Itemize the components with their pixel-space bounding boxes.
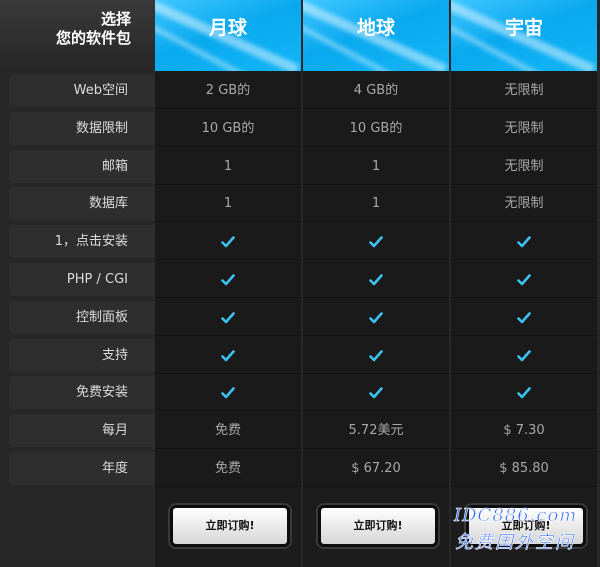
plan-name: 月球: [208, 17, 247, 39]
value-cell: 2 GB的: [155, 73, 301, 109]
value-cell: 10 GB的: [303, 111, 449, 147]
order-button-moon[interactable]: 立即订购!: [170, 505, 290, 547]
value-cell: 免费: [155, 451, 301, 487]
value-cell: 无限制: [451, 73, 597, 109]
value-cell: $ 67.20: [303, 451, 449, 487]
watermark-slogan: 免费国外空间: [455, 532, 575, 554]
row-label: 免费安装: [9, 376, 155, 409]
row-label: Web空间: [9, 74, 155, 107]
corner-title: 选择 您的软件包: [56, 10, 131, 48]
checkmark-icon: [221, 272, 235, 287]
check-cell: [303, 375, 449, 411]
check-cell: [155, 338, 301, 374]
row-label: 控制面板: [9, 301, 155, 334]
checkmark-icon: [369, 348, 383, 363]
checkmark-icon: [517, 310, 531, 325]
row-label: 邮箱: [9, 150, 155, 183]
value-cell: $ 7.30: [451, 413, 597, 449]
order-button-earth[interactable]: 立即订购!: [318, 505, 438, 547]
row-label: 数据库: [9, 187, 155, 220]
checkmark-icon: [369, 234, 383, 249]
value-cell: 免费: [155, 413, 301, 449]
plan-header-universe: 宇宙: [451, 0, 597, 71]
row-label: PHP / CGI: [9, 263, 155, 296]
value-cell: 无限制: [451, 111, 597, 147]
row-label: 每月: [9, 414, 155, 447]
value-cell: 5.72美元: [303, 413, 449, 449]
value-cell: 无限制: [451, 186, 597, 222]
check-cell: [155, 262, 301, 298]
value-cell: 无限制: [451, 149, 597, 185]
check-cell: [451, 300, 597, 336]
checkmark-icon: [369, 310, 383, 325]
row-label: 年度: [9, 452, 155, 485]
checkmark-icon: [221, 348, 235, 363]
check-cell: [155, 375, 301, 411]
checkmark-icon: [517, 234, 531, 249]
row-label: 1，点击安装: [9, 225, 155, 258]
check-cell: [303, 300, 449, 336]
checkmark-icon: [517, 348, 531, 363]
value-cell: 4 GB的: [303, 73, 449, 109]
check-cell: [451, 224, 597, 260]
checkmark-icon: [517, 272, 531, 287]
check-cell: [303, 338, 449, 374]
row-label: 数据限制: [9, 112, 155, 145]
corner-title-line2: 您的软件包: [55, 29, 131, 47]
value-cell: 1: [155, 186, 301, 222]
pricing-table: 选择 您的软件包 月球 地球 宇宙 Web空间 2 GB的 4 GB的 无限制 数据限制…: [0, 0, 600, 567]
checkmark-icon: [517, 385, 531, 400]
value-cell: 1: [155, 149, 301, 185]
checkmark-icon: [221, 310, 235, 325]
value-cell: 1: [303, 149, 449, 185]
corner-header: 选择 您的软件包: [0, 0, 155, 71]
check-cell: [303, 224, 449, 260]
value-cell: $ 85.80: [451, 451, 597, 487]
value-cell: 1: [303, 186, 449, 222]
plan-name: 宇宙: [504, 17, 543, 39]
check-cell: [303, 262, 449, 298]
check-cell: [155, 224, 301, 260]
plan-name: 地球: [356, 17, 395, 39]
plan-header-moon: 月球: [155, 0, 301, 71]
checkmark-icon: [221, 385, 235, 400]
watermark-domain: IDC886.com: [454, 505, 578, 527]
row-label: 支持: [9, 339, 155, 372]
check-cell: [451, 338, 597, 374]
corner-title-line1: 选择: [100, 10, 131, 28]
checkmark-icon: [369, 385, 383, 400]
check-cell: [155, 300, 301, 336]
plan-header-earth: 地球: [303, 0, 449, 71]
check-cell: [451, 262, 597, 298]
value-cell: 10 GB的: [155, 111, 301, 147]
checkmark-icon: [221, 234, 235, 249]
checkmark-icon: [369, 272, 383, 287]
check-cell: [451, 375, 597, 411]
